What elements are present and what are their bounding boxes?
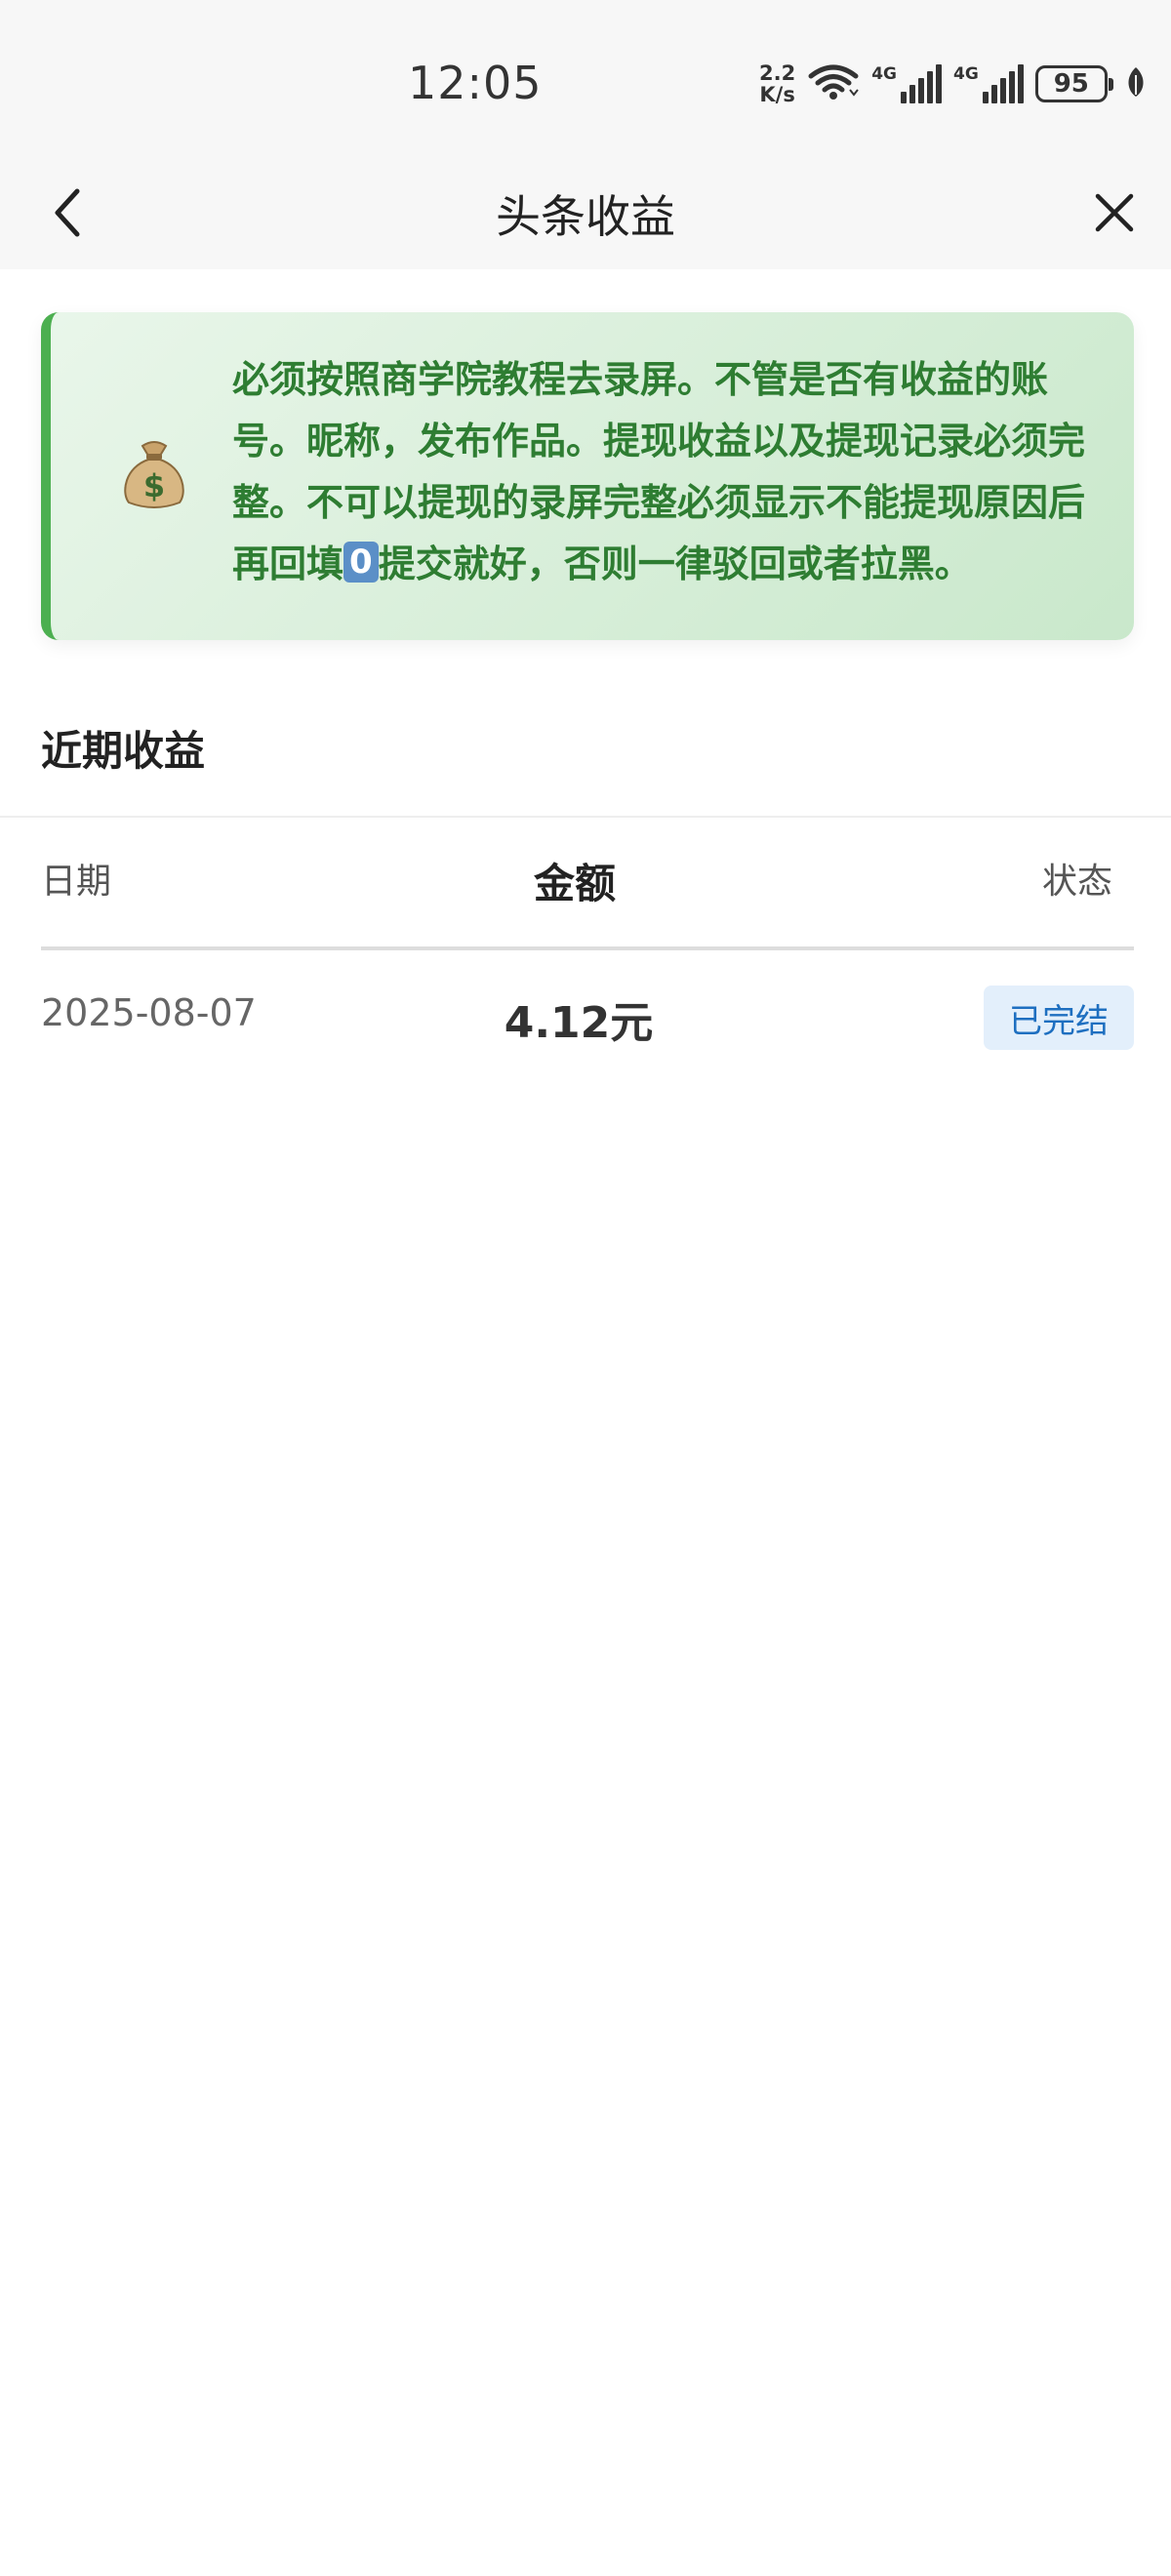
net-speed-unit: K/s <box>759 83 795 106</box>
svg-text:$: $ <box>143 467 165 504</box>
leaf-icon <box>1125 65 1147 102</box>
status-time: 12:05 <box>408 57 543 109</box>
divider <box>0 816 1171 818</box>
status-icons: 2.2 K/s 4G 4G 95 <box>759 60 1147 107</box>
signal-label: 4G <box>953 64 979 84</box>
signal-icon: 4G <box>871 64 942 103</box>
section-title: 近期收益 <box>41 727 206 775</box>
signal-icon: 4G <box>953 64 1024 103</box>
status-bar: 12:05 2.2 K/s 4G 4G 95 <box>0 0 1171 156</box>
nav-bar: 头条收益 <box>0 156 1171 269</box>
net-speed-value: 2.2 <box>759 61 796 85</box>
notice-card: $ 必须按照商学院教程去录屏。不管是否有收益的账号。昵称，发布作品。提现收益以及… <box>41 312 1134 640</box>
notice-text-end: 提交就好，否则一律驳回或者拉黑。 <box>378 543 972 585</box>
page-title: 头条收益 <box>496 190 675 243</box>
zero-badge: 0 <box>343 542 379 583</box>
wifi-icon <box>807 62 860 105</box>
battery-level: 95 <box>1053 69 1089 99</box>
signal-label: 4G <box>871 64 897 84</box>
column-header-status: 状态 <box>1041 862 1112 902</box>
net-speed: 2.2 K/s <box>759 62 795 105</box>
battery-icon: 95 <box>1034 65 1113 102</box>
status-badge: 已完结 <box>984 986 1134 1050</box>
close-icon <box>1095 193 1134 232</box>
table-header-divider <box>41 946 1134 950</box>
money-bag-icon: $ <box>115 434 193 512</box>
notice-text: 必须按照商学院教程去录屏。不管是否有收益的账号。昵称，发布作品。提现收益以及提现… <box>232 349 1112 595</box>
close-button[interactable] <box>1085 183 1144 242</box>
column-header-amount: 金额 <box>533 860 616 907</box>
